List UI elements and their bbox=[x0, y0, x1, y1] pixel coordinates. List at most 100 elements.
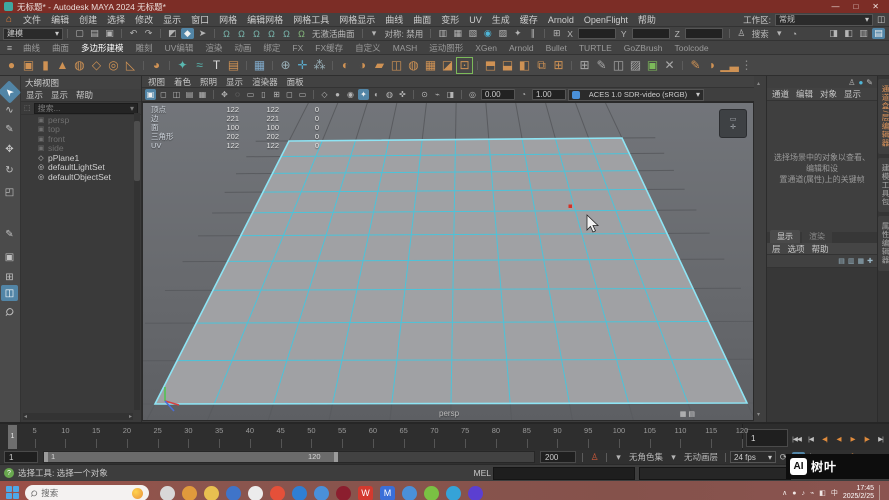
new-scene-icon[interactable]: ▢ bbox=[73, 28, 86, 39]
tray-icon[interactable]: 中 bbox=[831, 488, 838, 498]
paint-weights-icon[interactable]: ✎ bbox=[687, 57, 704, 74]
shelf-tab[interactable]: XGen bbox=[475, 43, 497, 53]
pencil-icon[interactable]: ✎ bbox=[866, 78, 873, 87]
workspace-panel-icon[interactable]: ◫ bbox=[877, 14, 885, 25]
hypershade-icon[interactable]: ◉ bbox=[481, 28, 494, 39]
resolution-gate-icon[interactable]: ▯ bbox=[258, 89, 269, 100]
person-icon[interactable]: ♙ bbox=[848, 78, 855, 87]
poly-cube-icon[interactable]: ▣ bbox=[20, 57, 37, 74]
center-pivot-icon[interactable]: ⊕ bbox=[277, 57, 294, 74]
taskbar-search-input[interactable]: Ϙ 搜索 bbox=[25, 485, 149, 500]
mel-label[interactable]: MEL bbox=[474, 468, 491, 478]
taskbar-app-icon[interactable] bbox=[226, 486, 241, 500]
camera-lock-icon[interactable]: ◻ bbox=[158, 89, 169, 100]
sidebar-tab[interactable]: 建模工具包 bbox=[878, 158, 889, 213]
tray-icon[interactable]: ● bbox=[792, 490, 796, 497]
y-input[interactable] bbox=[632, 28, 670, 39]
sphere-icon[interactable]: ● bbox=[858, 78, 863, 87]
minimize-button[interactable]: — bbox=[831, 2, 839, 11]
menu-12[interactable]: 曲线 bbox=[385, 13, 403, 26]
curves-icon[interactable]: ≈ bbox=[191, 57, 208, 74]
layer-tab[interactable]: 显示 bbox=[770, 230, 800, 243]
menu-20[interactable]: 帮助 bbox=[638, 13, 656, 26]
play-backwards-button[interactable]: ◀ bbox=[832, 432, 845, 447]
ambient-occlusion-icon[interactable]: ◍ bbox=[384, 89, 395, 100]
snap-point-icon[interactable]: Ω bbox=[250, 28, 263, 39]
outliner-menu[interactable]: 帮助 bbox=[76, 89, 93, 101]
viewport-menu[interactable]: 面板 bbox=[287, 76, 304, 88]
ipr-render-icon[interactable]: ▦ bbox=[451, 28, 464, 39]
menu-19[interactable]: OpenFlight bbox=[584, 15, 628, 25]
quick-select-arrow-icon[interactable]: ▾ bbox=[773, 28, 786, 39]
time-slider-track[interactable]: 1510152025303540455055606570758085909510… bbox=[0, 424, 743, 450]
sculpt-sphere-icon[interactable]: ◕ bbox=[148, 57, 165, 74]
separate-icon[interactable]: ◑ bbox=[354, 57, 371, 74]
boolean-diff-icon[interactable]: ⬓ bbox=[499, 57, 516, 74]
range-end-handle[interactable] bbox=[334, 452, 338, 462]
character-set-label[interactable]: 无角色集 bbox=[629, 451, 663, 463]
poly-cylinder-icon[interactable]: ▮ bbox=[37, 57, 54, 74]
shelf-tab[interactable]: 渲染 bbox=[205, 42, 222, 54]
menu-14[interactable]: 变形 bbox=[441, 13, 459, 26]
play-forwards-button[interactable]: ▶ bbox=[846, 432, 859, 447]
node-grid-icon[interactable]: ▦ bbox=[251, 57, 268, 74]
person-icon[interactable]: ♙ bbox=[735, 28, 748, 39]
shadows-icon[interactable]: ◐ bbox=[371, 89, 382, 100]
channel-menu[interactable]: 编辑 bbox=[796, 88, 813, 100]
show-desktop-button[interactable] bbox=[879, 485, 883, 500]
taskbar-app-icon[interactable] bbox=[402, 486, 417, 500]
tray-icon[interactable]: ⌁ bbox=[810, 489, 814, 497]
tray-icon[interactable]: ♪ bbox=[802, 490, 806, 497]
textured-icon[interactable]: ◉ bbox=[345, 89, 356, 100]
taskbar-app-icon[interactable] bbox=[182, 486, 197, 500]
layer-menu[interactable]: 选项 bbox=[788, 243, 805, 255]
curve-star-icon[interactable]: ✦ bbox=[174, 57, 191, 74]
save-scene-icon[interactable]: ▣ bbox=[103, 28, 116, 39]
colorspace-dropdown[interactable]: ACES 1.0 SDR-video (sRGB)▾ bbox=[568, 89, 704, 101]
go-to-start-button[interactable]: |◀◀ bbox=[790, 432, 803, 447]
taskbar-app-icon[interactable] bbox=[468, 486, 483, 500]
field-chart-icon[interactable]: ◻ bbox=[284, 89, 295, 100]
combine-icon[interactable]: ◐ bbox=[337, 57, 354, 74]
xray-icon[interactable]: ⊙ bbox=[419, 89, 430, 100]
image-plane-icon[interactable]: ▦ bbox=[197, 89, 208, 100]
poly-plane-icon[interactable]: ◇ bbox=[88, 57, 105, 74]
step-back-key-button[interactable]: ◀| bbox=[818, 432, 831, 447]
viewport-menu[interactable]: 显示 bbox=[226, 76, 243, 88]
menu-8[interactable]: 网格 bbox=[219, 13, 237, 26]
home-icon[interactable]: ⌂ bbox=[6, 14, 12, 25]
shelf-scroll-icon[interactable]: ⋮ bbox=[738, 57, 755, 74]
outliner-menu[interactable]: 显示 bbox=[26, 89, 43, 101]
taskbar-app-icon[interactable] bbox=[270, 486, 285, 500]
shelf-tab[interactable]: MASH bbox=[393, 43, 418, 53]
viewport-menu[interactable]: 视图 bbox=[148, 76, 165, 88]
film-gate-icon[interactable]: ▭ bbox=[245, 89, 256, 100]
taskbar-app-icon[interactable] bbox=[292, 486, 307, 500]
shelf-tab[interactable]: Arnold bbox=[509, 43, 534, 53]
viewport-menu[interactable]: 渲染器 bbox=[252, 76, 278, 88]
sidebar-tab[interactable]: 属性编辑器 bbox=[878, 216, 889, 271]
green-check-icon[interactable]: ▣ bbox=[644, 57, 661, 74]
shaded-icon[interactable]: ● bbox=[332, 89, 343, 100]
move-tool[interactable]: ✥ bbox=[1, 141, 18, 157]
exposure-field[interactable]: 0.00 bbox=[481, 89, 515, 100]
selected-vertex[interactable] bbox=[569, 205, 573, 209]
shelf-tab[interactable]: 绑定 bbox=[263, 42, 280, 54]
outliner-item-defaultObjectSet[interactable]: ◎defaultObjectSet bbox=[21, 172, 141, 182]
outliner-menu[interactable]: 显示 bbox=[51, 89, 68, 101]
z-input[interactable] bbox=[685, 28, 723, 39]
grid-tool-icon[interactable]: ⊞ bbox=[576, 57, 593, 74]
x-input[interactable] bbox=[578, 28, 616, 39]
hatch-tool-icon[interactable]: ▨ bbox=[627, 57, 644, 74]
menu-6[interactable]: 显示 bbox=[163, 13, 181, 26]
taskbar-clock[interactable]: 17:45 2025/2/25 bbox=[843, 485, 874, 500]
layer-menu[interactable]: 帮助 bbox=[812, 243, 829, 255]
safe-action-icon[interactable]: ▭ bbox=[297, 89, 308, 100]
layer-tab[interactable]: 渲染 bbox=[802, 230, 832, 243]
sidebar-toolbox-icon[interactable]: ◧ bbox=[842, 28, 855, 39]
menu-11[interactable]: 网格显示 bbox=[339, 13, 375, 26]
shelf-tab[interactable]: TURTLE bbox=[579, 43, 612, 53]
menu-17[interactable]: 缓存 bbox=[520, 13, 538, 26]
shelf-tab[interactable]: 动画 bbox=[234, 42, 251, 54]
poly-pipe-icon[interactable]: ◎ bbox=[105, 57, 122, 74]
